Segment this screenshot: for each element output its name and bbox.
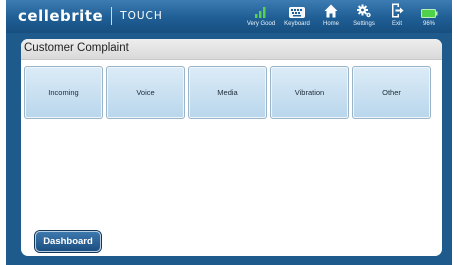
top-bar: cellebrite TOUCH Very Good Keyboard Home… (6, 0, 452, 33)
dashboard-button[interactable]: Dashboard (35, 231, 101, 252)
signal-icon (254, 3, 268, 18)
home-button[interactable]: Home (313, 3, 349, 31)
device-frame: cellebrite TOUCH Very Good Keyboard Home… (6, 0, 452, 265)
exit-icon (391, 3, 404, 18)
customer-complaint-panel: Customer Complaint Incoming Voice Media … (21, 39, 442, 256)
keyboard-icon (289, 3, 305, 18)
battery-icon (420, 3, 438, 18)
product-name: TOUCH (120, 10, 163, 22)
logo-divider (111, 7, 113, 25)
home-label: Home (322, 21, 339, 27)
signal-status: Very Good (243, 3, 279, 31)
settings-label: Settings (353, 21, 375, 27)
brand-name: cellebrite (18, 7, 104, 25)
keyboard-button[interactable]: Keyboard (279, 3, 315, 31)
exit-button[interactable]: Exit (379, 3, 415, 31)
cellebrite-touch-logo: cellebrite TOUCH (18, 6, 163, 26)
settings-button[interactable]: Settings (346, 3, 382, 31)
option-vibration[interactable]: Vibration (270, 66, 349, 119)
option-media[interactable]: Media (188, 66, 267, 119)
exit-label: Exit (391, 21, 402, 27)
signal-label: Very Good (246, 21, 276, 27)
option-voice[interactable]: Voice (106, 66, 185, 119)
gear-icon (356, 3, 372, 18)
panel-title: Customer Complaint (24, 42, 129, 54)
option-incoming[interactable]: Incoming (24, 66, 103, 119)
keyboard-label: Keyboard (284, 21, 310, 27)
panel-header: Customer Complaint (21, 39, 442, 60)
battery-label: 96% (422, 21, 435, 27)
option-other[interactable]: Other (352, 66, 431, 119)
battery-status: 96% (411, 3, 447, 31)
home-icon (324, 3, 338, 18)
